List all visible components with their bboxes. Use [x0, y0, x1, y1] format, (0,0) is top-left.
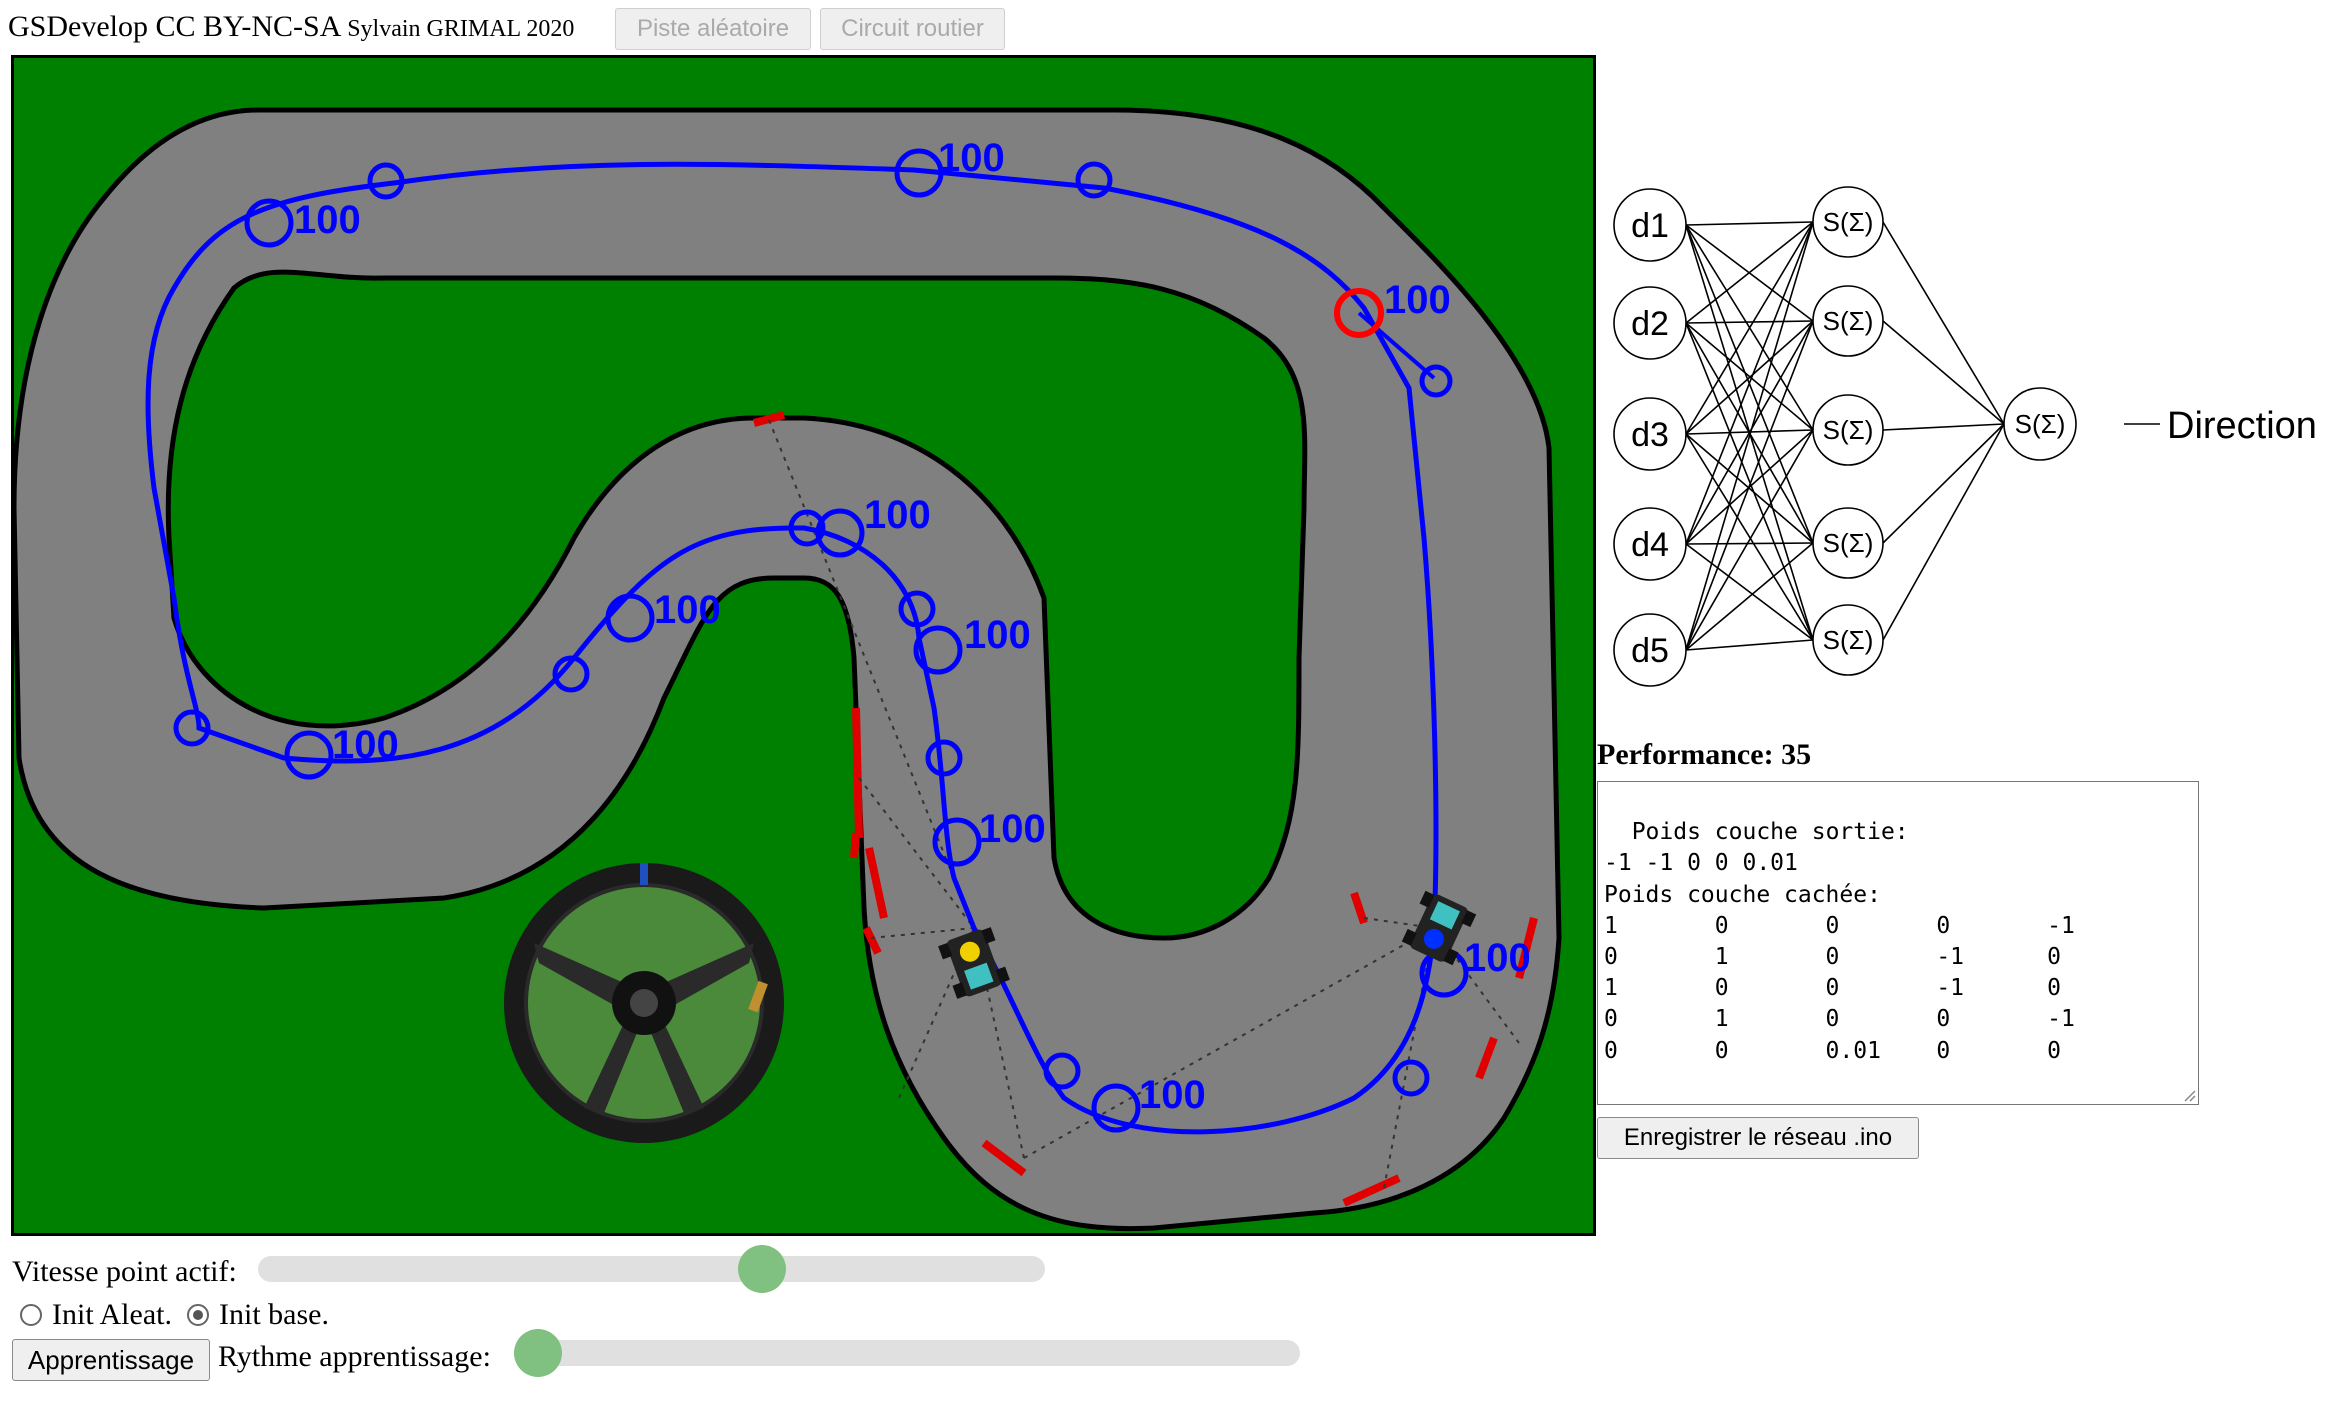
- hidden-node-5-label: S(Σ): [1823, 625, 1874, 655]
- init-random-label: Init Aleat.: [52, 1298, 172, 1331]
- save-network-button[interactable]: Enregistrer le réseau .ino: [1597, 1117, 1919, 1159]
- checkpoint-label: 100: [1384, 278, 1451, 322]
- hidden-node-4: S(Σ): [1812, 507, 1884, 579]
- checkpoint-label: 100: [964, 613, 1031, 657]
- input-node-d2: d2: [1613, 286, 1687, 360]
- checkpoint-label: 100: [1464, 936, 1531, 980]
- init-base-label: Init base.: [219, 1298, 329, 1331]
- checkpoint-label: 100: [332, 723, 399, 767]
- weights-textarea[interactable]: Poids couche sortie: -1 -1 0 0 0.01 Poid…: [1597, 781, 2199, 1105]
- init-random-radio[interactable]: [20, 1304, 42, 1326]
- rate-slider-thumb[interactable]: [514, 1329, 562, 1377]
- init-base-radio[interactable]: [187, 1304, 209, 1326]
- checkpoint-label: 100: [979, 807, 1046, 851]
- hidden-node-1: S(Σ): [1812, 186, 1884, 258]
- app-title: GSDevelop CC BY-NC-SA Sylvain GRIMAL 202…: [8, 10, 574, 44]
- speed-slider[interactable]: [258, 1245, 1045, 1293]
- input-node-d3-label: d3: [1631, 416, 1669, 454]
- hidden-node-4-label: S(Σ): [1823, 528, 1874, 558]
- input-node-d5: d5: [1613, 613, 1687, 687]
- performance-display: Performance: 35: [1597, 738, 1811, 772]
- road-circuit-button[interactable]: Circuit routier: [820, 8, 1005, 50]
- input-node-d4: d4: [1613, 507, 1687, 581]
- input-node-d5-label: d5: [1631, 632, 1669, 670]
- author-text: Sylvain GRIMAL 2020: [347, 16, 575, 42]
- hidden-node-3-label: S(Σ): [1823, 415, 1874, 445]
- steering-wheel-icon: [504, 863, 784, 1143]
- performance-label: Performance:: [1597, 738, 1774, 771]
- input-node-d1-label: d1: [1631, 207, 1669, 245]
- hidden-node-5: S(Σ): [1812, 604, 1884, 676]
- brand-text: GSDevelop CC BY-NC-SA: [8, 10, 340, 43]
- input-node-d4-label: d4: [1631, 526, 1669, 564]
- checkpoint-label: 100: [864, 493, 931, 537]
- checkpoint-label: 100: [938, 136, 1005, 180]
- simulation-canvas[interactable]: 100 100 100 100 100 100 100 100 100 100: [11, 55, 1596, 1236]
- hidden-node-3: S(Σ): [1812, 394, 1884, 466]
- input-node-d3: d3: [1613, 397, 1687, 471]
- performance-value: 35: [1781, 738, 1812, 771]
- hidden-node-2: S(Σ): [1812, 285, 1884, 357]
- resize-handle-icon[interactable]: [2184, 1090, 2196, 1102]
- hidden-node-2-label: S(Σ): [1823, 306, 1874, 336]
- rate-slider[interactable]: [514, 1329, 1300, 1377]
- input-node-d2-label: d2: [1631, 305, 1669, 343]
- output-node: S(Σ): [2003, 387, 2077, 461]
- track-road: [14, 107, 1562, 1232]
- checkpoint-label: 100: [1139, 1073, 1206, 1117]
- output-node-label: S(Σ): [2015, 409, 2066, 439]
- checkpoint-label: 100: [294, 198, 361, 242]
- neural-network-diagram: d1 d2 d3 d4 d5 S(Σ) S(Σ) S(Σ) S(Σ) S(Σ) S(Σ) Direc…: [1613, 186, 2317, 687]
- random-track-button[interactable]: Piste aléatoire: [615, 8, 811, 50]
- weights-text: Poids couche sortie: -1 -1 0 0 0.01 Poid…: [1604, 819, 2075, 1064]
- checkpoint-label: 100: [654, 588, 721, 632]
- input-node-d1: d1: [1613, 188, 1687, 262]
- learn-button[interactable]: Apprentissage: [12, 1339, 210, 1381]
- rate-label: Rythme apprentissage:: [218, 1340, 491, 1373]
- speed-slider-thumb[interactable]: [738, 1245, 787, 1293]
- speed-label: Vitesse point actif:: [12, 1255, 237, 1288]
- hidden-node-1-label: S(Σ): [1823, 207, 1874, 237]
- output-name-label: Direction: [2167, 405, 2317, 447]
